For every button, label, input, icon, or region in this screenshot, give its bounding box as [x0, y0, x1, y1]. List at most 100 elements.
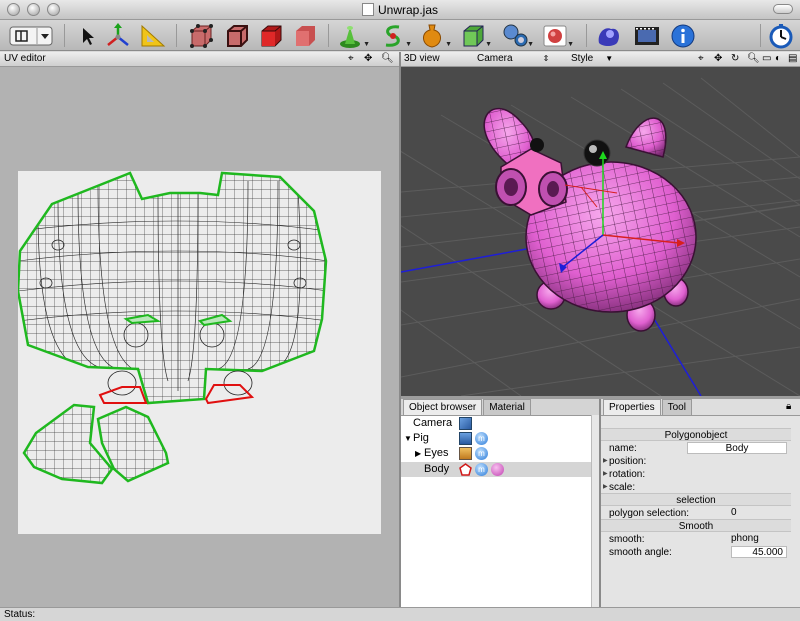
- material-icon[interactable]: ▼: [540, 22, 574, 49]
- group-object-icon: [459, 432, 472, 445]
- status-label: Status:: [4, 609, 36, 620]
- prop-name-label: name:: [609, 443, 637, 454]
- tree-item-label: Pig: [413, 432, 429, 444]
- split-icon[interactable]: ▤: [788, 52, 797, 66]
- prop-smooth-angle-field[interactable]: 45.000: [731, 546, 787, 558]
- vertex-mode-icon[interactable]: [186, 22, 216, 49]
- pink-material-icon: [491, 463, 504, 476]
- set-square-icon[interactable]: [138, 22, 168, 49]
- box-icon[interactable]: ▼: [458, 22, 492, 49]
- face-mode-icon[interactable]: [256, 22, 286, 49]
- zoom-icon[interactable]: 🔍︎: [747, 52, 760, 66]
- properties-panel: Properties Tool 🔒︎ Polygonobject name: B…: [601, 399, 800, 607]
- style-dropdown-label: Style: [571, 53, 594, 64]
- tree-item-eyes[interactable]: ▶ Eyes m: [401, 446, 591, 461]
- tree-item-camera[interactable]: Camera: [401, 416, 591, 431]
- prop-rotation-row[interactable]: ▶ rotation:: [601, 468, 791, 481]
- uv-sheet[interactable]: [16, 171, 381, 534]
- chevron-down-icon: ▼: [605, 54, 614, 63]
- 3d-view-panel: 3D view Camera ⇕ Style ▼ ⌖ ✥ ↻ 🔍︎ ▭ ◐ ▤: [401, 52, 800, 396]
- primitive-icon[interactable]: ▼: [336, 22, 370, 49]
- vase-icon[interactable]: ▼: [418, 22, 452, 49]
- camera-icon[interactable]: ▼: [500, 22, 534, 49]
- section-polygonobject: Polygonobject: [601, 428, 791, 441]
- expand-right-icon[interactable]: ▶: [603, 455, 608, 468]
- tab-properties[interactable]: Properties: [603, 399, 661, 415]
- prop-position-label: position:: [609, 456, 647, 467]
- prop-smooth-row: smooth: phong: [601, 533, 791, 546]
- title-bar: Unwrap.jas: [0, 0, 800, 20]
- expand-right-icon[interactable]: ▶: [603, 468, 608, 481]
- select-arrow-icon[interactable]: [76, 22, 98, 49]
- uv-mesh-drawing: [16, 171, 328, 485]
- tree-item-pig[interactable]: ▼ Pig m: [401, 431, 591, 446]
- clock-icon[interactable]: [766, 22, 796, 49]
- 3d-scene: [401, 77, 800, 396]
- tab-tool[interactable]: Tool: [661, 399, 692, 415]
- material-tag-icon: m: [475, 432, 488, 445]
- 3d-view-title: 3D view: [404, 53, 440, 64]
- camera-object-icon: [459, 417, 472, 430]
- lock-icon[interactable]: 🔒︎: [786, 401, 791, 412]
- move-axes-icon[interactable]: [104, 22, 132, 49]
- camera-dropdown-label: Camera: [477, 53, 513, 64]
- rotate-icon[interactable]: ↻: [731, 52, 739, 66]
- tab-material[interactable]: Material: [483, 399, 531, 415]
- spline-icon[interactable]: ▼: [378, 22, 412, 49]
- move-icon[interactable]: ✥: [364, 52, 372, 66]
- document-icon: [361, 3, 374, 16]
- eyes-object-icon: [459, 447, 472, 460]
- camera-dropdown[interactable]: Camera ⇕: [477, 52, 549, 66]
- zoom-icon[interactable]: 🔍︎: [381, 52, 394, 66]
- section-smooth: Smooth: [601, 519, 791, 532]
- object-tree-scrollbar[interactable]: [591, 415, 599, 607]
- prop-name-row: name: Body: [601, 442, 791, 455]
- expand-right-icon[interactable]: ▶: [415, 446, 421, 461]
- prop-position-row[interactable]: ▶ position:: [601, 455, 791, 468]
- window-title-container: Unwrap.jas: [0, 3, 800, 17]
- object-tree: Camera ▼ Pig m ▶ Eyes m Body m: [401, 415, 591, 607]
- toolbar-toggle-button[interactable]: [773, 4, 793, 14]
- prop-rotation-label: rotation:: [609, 469, 646, 480]
- uv-editor-title: UV editor: [4, 53, 46, 64]
- uv-canvas[interactable]: [0, 67, 399, 607]
- toolbar: ▼ ▼ ▼ ▼ ▼ ▼: [0, 20, 800, 51]
- layout-toggle-icon[interactable]: [8, 22, 54, 49]
- prop-name-field[interactable]: Body: [687, 442, 787, 454]
- prop-polygon-selection-value: 0: [731, 507, 737, 518]
- tree-item-label: Body: [424, 463, 450, 475]
- status-bar: Status:: [0, 607, 800, 621]
- prop-smooth-angle-row: smooth angle: 45.000: [601, 546, 791, 559]
- maximize-icon[interactable]: ▭: [762, 52, 771, 66]
- crosshair-icon[interactable]: ⌖: [348, 52, 354, 66]
- info-icon[interactable]: [668, 22, 698, 49]
- expand-down-icon[interactable]: ▼: [404, 431, 412, 446]
- prop-smooth-dropdown[interactable]: phong: [731, 533, 759, 545]
- uv-editor-panel: UV editor ⌖ ✥ 🔍︎: [0, 52, 399, 607]
- polygon-object-icon: [459, 463, 472, 476]
- uv-editor-header: UV editor ⌖ ✥ 🔍︎: [0, 52, 399, 67]
- edge-mode-icon[interactable]: [222, 22, 252, 49]
- 3d-viewport[interactable]: [401, 67, 800, 396]
- tree-item-label: Eyes: [424, 447, 449, 459]
- material-tag-icon: m: [475, 463, 488, 476]
- film-icon[interactable]: [632, 22, 662, 49]
- tree-item-label: Camera: [413, 417, 453, 429]
- toggle-icon[interactable]: ◐: [775, 52, 781, 66]
- uv-seam-right: [204, 384, 255, 405]
- object-browser-panel: Object browser Material Camera ▼ Pig m ▶…: [401, 399, 599, 607]
- section-selection: selection: [601, 493, 791, 506]
- tab-object-browser[interactable]: Object browser: [403, 399, 483, 415]
- object-mode-icon[interactable]: [290, 22, 320, 49]
- move-icon[interactable]: ✥: [714, 52, 722, 66]
- tree-item-body[interactable]: Body m: [401, 462, 591, 477]
- crosshair-icon[interactable]: ⌖: [698, 52, 704, 66]
- 3d-view-header: 3D view Camera ⇕ Style ▼ ⌖ ✥ ↻ 🔍︎ ▭ ◐ ▤: [401, 52, 800, 67]
- render-icon[interactable]: [594, 22, 624, 49]
- properties-tabs: Properties Tool: [603, 399, 693, 415]
- prop-smooth-angle-label: smooth angle:: [609, 547, 672, 558]
- prop-smooth-label: smooth:: [609, 534, 645, 545]
- material-tag-icon: m: [475, 447, 488, 460]
- style-dropdown[interactable]: Style ▼: [571, 52, 613, 66]
- updown-arrows-icon: ⇕: [542, 54, 550, 63]
